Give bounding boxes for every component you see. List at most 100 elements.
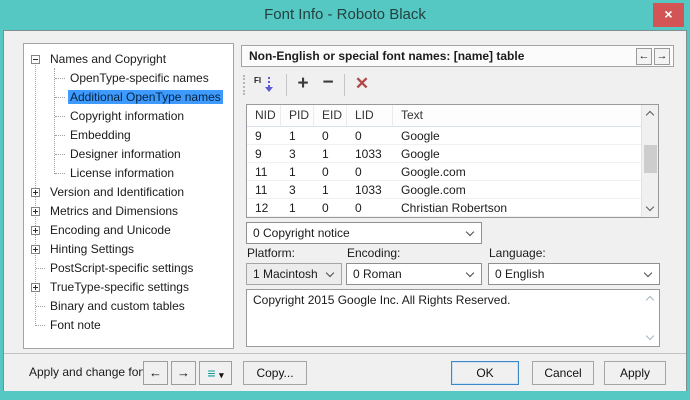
tree-item-metrics-and-dimensions[interactable]: Metrics and Dimensions [24,202,233,221]
tree-item-copyright-information[interactable]: Copyright information [24,107,233,126]
chevron-up-icon [646,111,654,119]
cell-nid: 9 [247,145,281,162]
chevron-down-icon [646,203,654,211]
previous-font-button[interactable]: ← [143,361,168,385]
bottom-bar: Apply and change font: ← → ≡ ▾ Copy... O… [4,353,686,391]
tree-item-binary-and-custom-tables[interactable]: Binary and custom tables [24,297,233,316]
tree-item-label: License information [68,166,176,180]
cell-pid: 1 [281,163,314,180]
cell-text: Google.com [393,181,641,198]
panel-header: Non-English or special font names: [name… [241,45,674,67]
next-section-button[interactable]: → [654,48,670,65]
tree-item-label: Embedding [68,128,133,142]
scroll-up-button[interactable] [642,105,659,122]
column-header-eid[interactable]: EID [314,105,347,126]
table-row[interactable]: 11 3 1 1033 Google.com [247,181,641,199]
table-row[interactable]: 11 1 0 0 Google.com [247,163,641,181]
remove-record-button[interactable]: − [316,72,340,98]
record-text-area[interactable]: Copyright 2015 Google Inc. All Rights Re… [246,289,660,347]
cancel-button[interactable]: Cancel [532,361,594,385]
expand-icon[interactable] [31,226,40,235]
copy-button[interactable]: Copy... [243,361,307,385]
collapse-icon[interactable] [31,55,40,64]
column-header-text[interactable]: Text [393,105,658,126]
table-header-row: NID PID EID LID Text [247,105,658,127]
table-row[interactable]: 12 1 0 0 Christian Robertson [247,199,641,217]
cell-eid: 0 [314,163,347,180]
tree-item-opentype-specific-names[interactable]: OpenType-specific names [24,69,233,88]
cell-nid: 12 [247,199,281,216]
chevron-up-icon [646,296,654,304]
column-header-pid[interactable]: PID [281,105,314,126]
tree-item-encoding-and-unicode[interactable]: Encoding and Unicode [24,221,233,240]
menu-icon: ≡ [207,365,215,381]
apply-button[interactable]: Apply [604,361,666,385]
cell-nid: 11 [247,163,281,180]
chevron-down-icon [646,332,654,340]
title-bar[interactable]: Font Info - Roboto Black × [0,0,690,30]
column-header-nid[interactable]: NID [247,105,281,126]
cell-pid: 1 [281,127,314,144]
tree-item-label: Copyright information [68,109,186,123]
textarea-scrollbar[interactable] [642,290,659,346]
tree-item-label-selected: Additional OpenType names [68,90,223,104]
cell-text: Google.com [393,163,641,180]
cell-lid: 0 [347,163,393,180]
cell-lid: 1033 [347,181,393,198]
insert-field-button[interactable]: FI [249,72,283,98]
arrow-left-icon: ← [149,365,162,380]
tree-item-hinting-settings[interactable]: Hinting Settings [24,240,233,259]
expand-icon[interactable] [31,188,40,197]
column-header-lid[interactable]: LID [347,105,393,126]
tree-item-designer-information[interactable]: Designer information [24,145,233,164]
expand-icon[interactable] [31,207,40,216]
language-select[interactable]: 0 English [488,263,660,285]
expand-icon[interactable] [31,245,40,254]
ok-button[interactable]: OK [451,361,519,385]
tree-item-additional-opentype-names[interactable]: Additional OpenType names [24,88,233,107]
add-record-button[interactable]: + [291,72,315,98]
expand-icon[interactable] [31,283,40,292]
record-text-value: Copyright 2015 Google Inc. All Rights Re… [253,293,639,308]
table-scrollbar[interactable] [641,105,658,217]
tree-item-label: Font note [48,318,103,332]
cell-eid: 1 [314,181,347,198]
close-button[interactable]: × [653,3,684,27]
cell-pid: 3 [281,145,314,162]
cell-nid: 9 [247,127,281,144]
cell-eid: 0 [314,127,347,144]
name-records-table: NID PID EID LID Text 9 1 0 0 Google 9 3 … [246,104,659,218]
tree-item-embedding[interactable]: Embedding [24,126,233,145]
delete-all-button[interactable]: ✕ [349,72,375,98]
cell-text: Google [393,127,641,144]
arrow-left-icon: ← [639,50,650,62]
tree-item-truetype-specific-settings[interactable]: TrueType-specific settings [24,278,233,297]
toolbar-separator [286,74,287,96]
tree-item-label: TrueType-specific settings [48,280,191,294]
language-value: 0 English [495,267,544,281]
tree-item-label: Designer information [68,147,183,161]
table-row[interactable]: 9 1 0 0 Google [247,127,641,145]
scroll-down-button[interactable] [642,329,659,346]
scroll-up-button[interactable] [642,290,659,307]
toolbar-separator [344,74,345,96]
font-list-menu-button[interactable]: ≡ ▾ [199,361,232,385]
tree-item-license-information[interactable]: License information [24,164,233,183]
tree-item-label: Encoding and Unicode [48,223,173,237]
platform-select[interactable]: 1 Macintosh [246,263,342,285]
tree-item-font-note[interactable]: Font note [24,316,233,335]
scrollbar-thumb[interactable] [644,145,657,173]
cell-lid: 0 [347,127,393,144]
tree-item-names-and-copyright[interactable]: Names and Copyright [24,50,233,69]
record-type-select[interactable]: 0 Copyright notice [246,222,482,244]
scroll-down-button[interactable] [642,200,659,217]
tree-item-postscript-specific-settings[interactable]: PostScript-specific settings [24,259,233,278]
cell-lid: 1033 [347,145,393,162]
plus-icon: + [297,73,308,94]
next-font-button[interactable]: → [171,361,196,385]
encoding-select[interactable]: 0 Roman [346,263,482,285]
tree-item-version-and-identification[interactable]: Version and Identification [24,183,233,202]
table-row[interactable]: 9 3 1 1033 Google [247,145,641,163]
previous-section-button[interactable]: ← [636,48,652,65]
dotted-arrow-icon [268,77,270,87]
